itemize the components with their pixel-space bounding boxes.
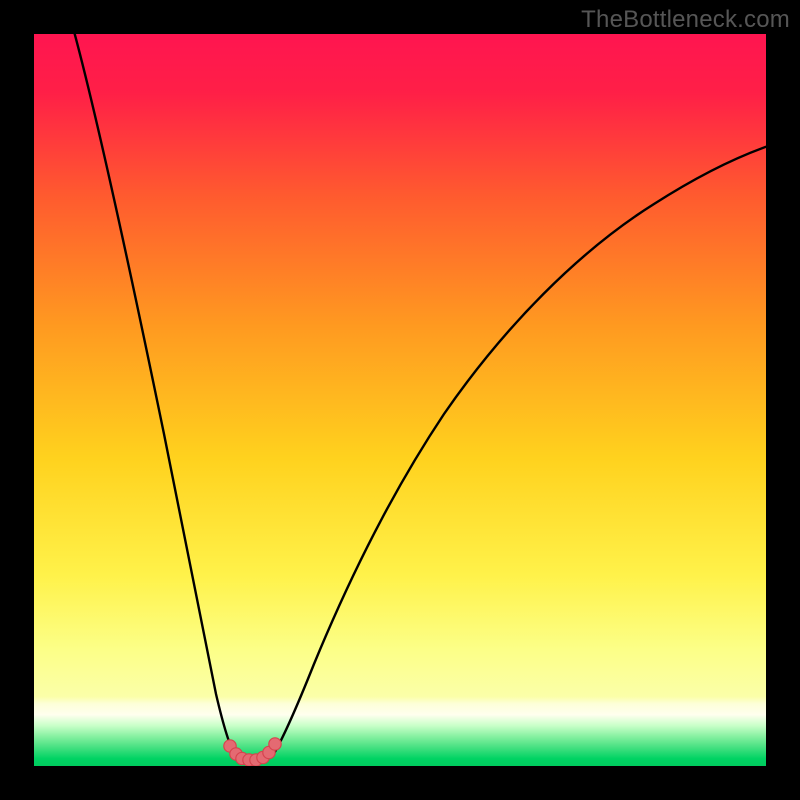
curve-layer xyxy=(34,34,766,766)
chart-frame: TheBottleneck.com xyxy=(0,0,800,800)
plot-area xyxy=(34,34,766,766)
left-curve xyxy=(72,34,235,755)
valley-dots xyxy=(224,738,281,766)
right-curve xyxy=(273,144,766,755)
watermark-text: TheBottleneck.com xyxy=(581,6,790,34)
